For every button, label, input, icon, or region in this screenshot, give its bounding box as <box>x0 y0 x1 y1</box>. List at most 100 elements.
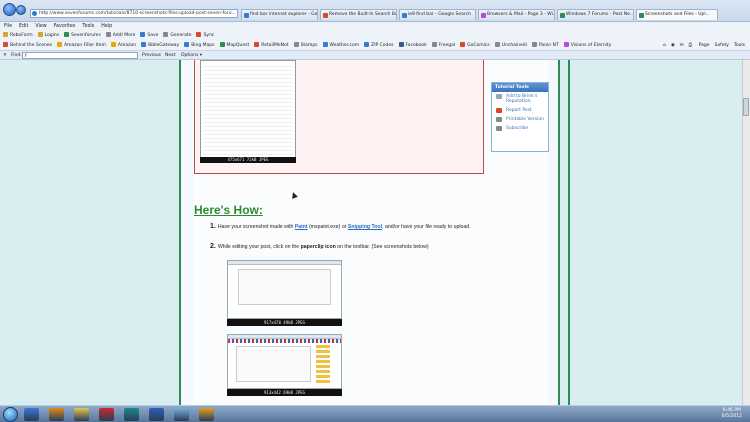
tool-icon <box>496 108 502 113</box>
favorite-item[interactable]: Logins <box>37 31 59 41</box>
favorite-item[interactable]: BibleGateway <box>141 41 179 50</box>
page-menu[interactable]: Page <box>699 43 710 48</box>
favorite-item[interactable]: ZIP Codes <box>364 41 394 50</box>
favorite-item[interactable]: Panin NT <box>531 41 559 50</box>
page-content: 475x671 72kB JPEG Tutorial Tools Add to … <box>0 60 742 405</box>
browser-tab[interactable]: Remove the Built-In Search Ba... <box>320 9 397 20</box>
screenshot-thumbnail-2[interactable] <box>227 334 342 389</box>
ie-icon <box>32 11 37 16</box>
scrollbar-thumb[interactable] <box>743 98 749 116</box>
favorite-item[interactable]: Facebook <box>398 41 427 50</box>
menu-file[interactable]: File <box>4 24 12 29</box>
favorite-item[interactable]: GoComics <box>460 41 490 50</box>
favorite-icon <box>3 42 8 47</box>
start-button[interactable] <box>3 407 18 422</box>
browser-tab[interactable]: ie9 find bar - Google Search <box>399 9 476 20</box>
tutorial-tool-link[interactable]: Printable Version <box>492 115 548 124</box>
previous-button[interactable]: Previous <box>142 51 161 60</box>
tab-favicon <box>323 13 328 18</box>
tool-icon <box>496 94 502 99</box>
feeds-icon[interactable]: ◉ <box>671 43 675 48</box>
taskbar-app-folder[interactable] <box>74 408 89 421</box>
favorite-icon <box>141 42 147 47</box>
menu-view[interactable]: View <box>35 24 46 29</box>
find-input[interactable]: f <box>22 52 138 59</box>
tutorial-tool-link[interactable]: Add to Brink's Reputation <box>492 92 548 106</box>
favorite-item[interactable]: Weather.com <box>322 41 359 50</box>
toolbar-roboform: RoboForm Logins Sevenforums Addl More Save Ge… <box>0 31 750 41</box>
favorite-icon <box>431 42 437 47</box>
menu-edit[interactable]: Edit <box>19 24 28 29</box>
menu-help[interactable]: Help <box>101 24 112 29</box>
mail-icon[interactable]: ✉ <box>680 43 684 48</box>
favorite-icon <box>196 32 202 37</box>
favorite-item[interactable]: RetailMeNot <box>254 41 289 50</box>
snipping-tool-link[interactable]: Snipping Tool <box>348 224 382 230</box>
favorite-item[interactable]: Unchainedi <box>494 41 527 50</box>
favorite-icon <box>254 42 260 47</box>
tutorial-tool-link[interactable]: Report Post <box>492 106 548 115</box>
step-2: 2. While editing your post, click on the … <box>210 243 429 250</box>
taskbar-app-ie[interactable] <box>24 408 39 421</box>
tab-favicon <box>639 13 644 18</box>
screenshot-thumbnail-1[interactable] <box>227 260 342 319</box>
browser-tab[interactable]: Windows 7 Forums - Post Ne... <box>557 9 634 20</box>
favorite-item[interactable]: Sync <box>196 31 214 41</box>
screenshot-thumbnail-top[interactable] <box>200 60 296 160</box>
paint-link[interactable]: Paint <box>295 224 308 230</box>
address-bar[interactable]: http://www.sevenforums.com/tutorials/871… <box>30 9 238 18</box>
favorite-item[interactable]: Save <box>140 31 158 41</box>
find-bar: ✕ Find: f Previous Next Options ▾ <box>0 51 750 60</box>
favorite-icon <box>56 42 62 47</box>
favorite-item[interactable]: Amazon Filler Item <box>56 41 106 50</box>
tab-favicon <box>481 13 486 18</box>
browser-tab[interactable]: find bar internet explorer - Go... <box>241 9 318 20</box>
thumb-editor <box>238 269 331 305</box>
browser-tab[interactable]: Browsers & Mail - Page 3 - Wi... <box>478 9 555 20</box>
taskbar-app-app7[interactable] <box>174 408 189 421</box>
options-button[interactable]: Options ▾ <box>181 51 202 60</box>
print-icon[interactable]: ⎙ <box>689 43 693 48</box>
right-border-outer <box>568 60 570 405</box>
favorite-item[interactable]: Amazon <box>110 41 136 50</box>
clock[interactable]: 6:46 PM 6/5/2012 <box>722 408 742 420</box>
favorite-icon <box>3 32 8 37</box>
favorite-item[interactable]: Addl More <box>105 31 135 41</box>
close-icon[interactable]: ✕ <box>3 51 7 60</box>
taskbar-app-quicken[interactable] <box>99 408 114 421</box>
favorite-item[interactable]: RoboForm <box>3 31 33 41</box>
safety-menu[interactable]: Safety <box>715 43 729 48</box>
forward-button[interactable] <box>16 5 26 15</box>
favorite-item[interactable]: Generate <box>163 31 191 41</box>
favorite-item[interactable]: MapQuest <box>219 41 249 50</box>
taskbar-app-media[interactable] <box>49 408 64 421</box>
browser-tab[interactable]: Screenshots and Files - Upl... <box>636 9 718 20</box>
tools-menu[interactable]: Tools <box>734 43 745 48</box>
right-border <box>558 60 560 405</box>
favorite-item[interactable]: Stamps <box>293 41 318 50</box>
favorite-item[interactable]: Bing Maps <box>184 41 215 50</box>
next-button[interactable]: Next <box>165 51 175 60</box>
menu-tools[interactable]: Tools <box>82 24 94 29</box>
thumb-editor <box>236 346 311 382</box>
favorite-item[interactable]: Visions of Eternity <box>563 41 611 50</box>
taskbar-app-outlook[interactable] <box>199 408 214 421</box>
favorite-icon <box>398 42 404 47</box>
taskbar-app-word[interactable] <box>149 408 164 421</box>
taskbar: 6:46 PM 6/5/2012 <box>0 405 750 422</box>
favorite-item[interactable]: Freegal <box>431 41 455 50</box>
tab-favicon <box>560 13 565 18</box>
browser-top-bar: http://www.sevenforums.com/tutorials/871… <box>0 0 750 22</box>
home-icon[interactable]: ⌂ <box>663 43 666 48</box>
favorite-item[interactable]: Sevenforums <box>64 31 101 41</box>
favorite-icon <box>140 32 146 37</box>
step-1: 1. Have your screenshot made with Paint (… <box>210 223 471 230</box>
favorite-icon <box>105 32 111 37</box>
tutorial-tool-link[interactable]: Subscribe <box>492 124 548 133</box>
thumb-toolbar <box>228 261 341 265</box>
taskbar-app-publisher[interactable] <box>124 408 139 421</box>
tab-favicon <box>402 13 407 18</box>
back-button[interactable] <box>3 3 16 16</box>
favorite-item[interactable]: Behind the Scenes <box>3 41 52 50</box>
menu-favorites[interactable]: Favorites <box>54 24 76 29</box>
